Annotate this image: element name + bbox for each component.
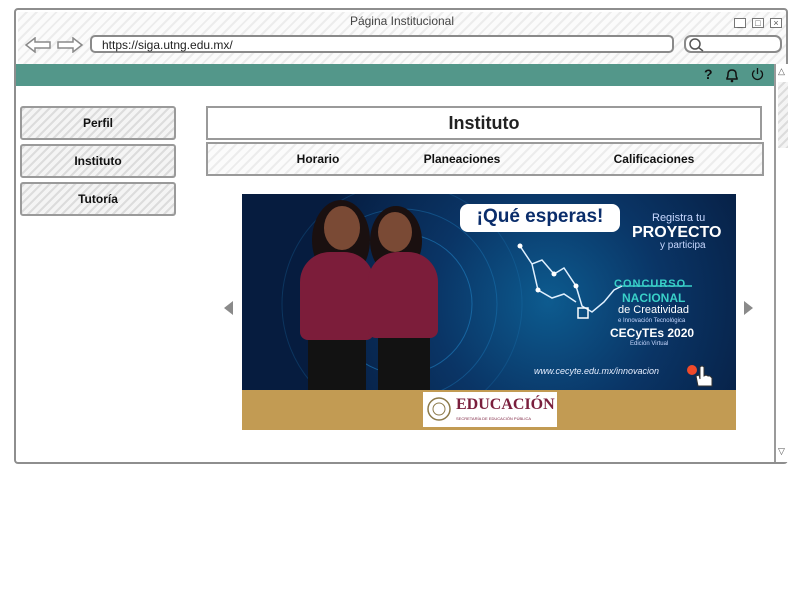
search-icon <box>689 38 704 52</box>
page-title: Instituto <box>206 106 762 140</box>
sidebar-item-instituto[interactable]: Instituto <box>20 144 176 178</box>
sidebar-item-tutoria[interactable]: Tutoría <box>20 182 176 216</box>
sep-logo-text: EDUCACIÓN <box>456 396 555 413</box>
browser-window: Página Institucional _ □ × https://siga.… <box>14 8 788 464</box>
scroll-up-icon[interactable]: △ <box>778 66 785 77</box>
banner-cta-small: Registra tu <box>652 212 706 224</box>
tab-calificaciones[interactable]: Calificaciones <box>584 152 724 166</box>
banner-contest-line1: CONCURSO <box>614 278 687 290</box>
student-right-face <box>378 212 412 252</box>
close-icon[interactable]: × <box>770 18 782 28</box>
student-left-pants <box>308 340 366 390</box>
student-right-shirt <box>368 252 438 338</box>
browser-search-field[interactable] <box>684 35 782 53</box>
scrollbar[interactable]: △ ▽ <box>774 64 788 462</box>
banner-contest-line6: Edición Virtual <box>630 341 669 347</box>
tab-bar: Horario Planeaciones Calificaciones <box>206 142 764 176</box>
minimize-icon[interactable]: _ <box>734 18 746 28</box>
title-bar: Página Institucional _ □ × https://siga.… <box>18 12 786 66</box>
banner-contest-line2: NACIONAL <box>622 291 686 305</box>
mexico-seal-icon <box>427 397 451 421</box>
bell-icon[interactable] <box>724 67 740 83</box>
banner-cta-tail: y participa <box>660 240 706 251</box>
banner-headline: ¡Qué esperas! <box>476 206 604 227</box>
carousel-banner-image[interactable]: ¡Qué esperas! Registra tu PROYECTO y par… <box>242 194 736 390</box>
banner-contest-line5: CECyTEs 2020 <box>610 326 695 340</box>
student-right-pants <box>378 338 430 390</box>
banner-footer: EDUCACIÓN SECRETARÍA DE EDUCACIÓN PÚBLIC… <box>242 390 736 430</box>
banner-contest-line4: e Innovación Tecnológica <box>618 318 686 324</box>
power-icon[interactable] <box>750 67 765 82</box>
scroll-down-icon[interactable]: ▽ <box>778 446 785 457</box>
maximize-icon[interactable]: □ <box>752 18 764 28</box>
address-bar[interactable]: https://siga.utng.edu.mx/ <box>90 35 674 53</box>
tab-planeaciones[interactable]: Planeaciones <box>392 152 532 166</box>
student-left-shirt <box>300 252 374 340</box>
top-app-bar: ? <box>16 64 774 86</box>
carousel-next-icon[interactable] <box>744 301 753 315</box>
forward-arrow-icon[interactable] <box>56 37 84 53</box>
banner-contest-line3: de Creatividad <box>618 304 689 316</box>
scroll-thumb[interactable] <box>778 82 788 148</box>
sep-logo: EDUCACIÓN SECRETARÍA DE EDUCACIÓN PÚBLIC… <box>423 392 557 427</box>
student-left-face <box>324 206 360 250</box>
window-title: Página Institucional <box>349 14 455 28</box>
carousel-prev-icon[interactable] <box>224 301 233 315</box>
banner-link[interactable]: www.cecyte.edu.mx/innovacion <box>534 366 659 376</box>
help-icon[interactable]: ? <box>704 66 713 82</box>
hand-cursor-icon <box>695 365 713 387</box>
sidebar-item-perfil[interactable]: Perfil <box>20 106 176 140</box>
sep-logo-subtext: SECRETARÍA DE EDUCACIÓN PÚBLICA <box>456 416 532 421</box>
back-arrow-icon[interactable] <box>24 37 52 53</box>
tab-horario[interactable]: Horario <box>248 152 388 166</box>
